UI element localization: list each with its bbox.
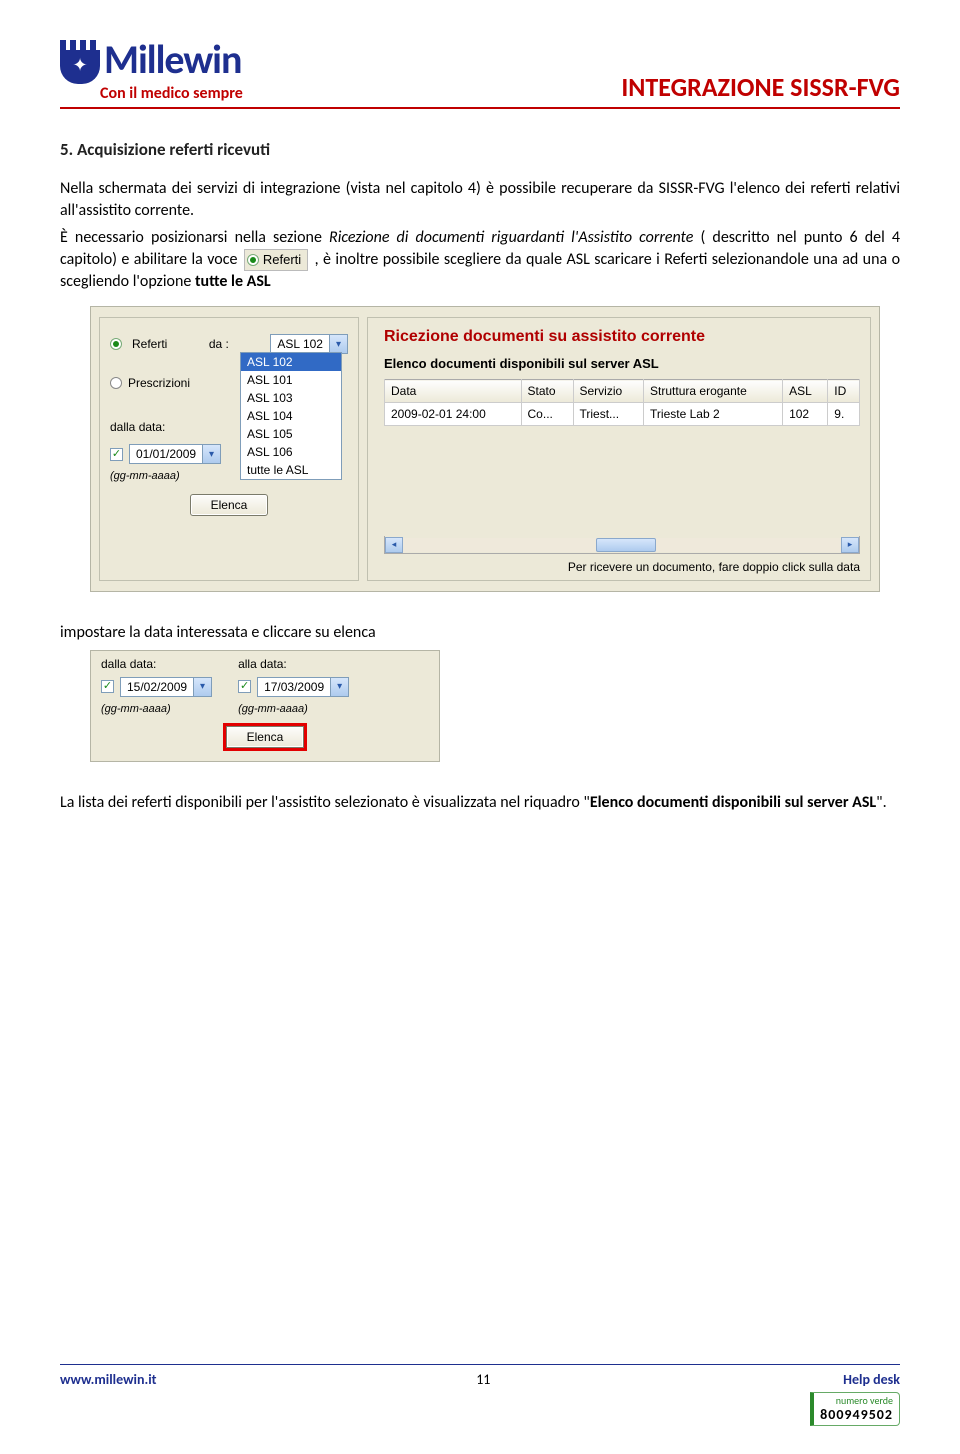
- date-to-combo[interactable]: 17/03/2009: [257, 677, 349, 697]
- page-header: Millewin Con il medico sempre INTEGRAZIO…: [60, 40, 900, 109]
- asl-listbox-wrap: ASL 102 ASL 101 ASL 103 ASL 104 ASL 105 …: [240, 352, 342, 480]
- date-to-hint: (gg-mm-aaaa): [238, 703, 349, 715]
- filters-group: Referti da : ASL 102 ASL 102 ASL 101 ASL…: [99, 317, 359, 581]
- date-from-hint: (gg-mm-aaaa): [101, 703, 212, 715]
- scroll-right-icon[interactable]: ▸: [841, 537, 859, 553]
- shield-icon: [60, 40, 100, 84]
- asl-combo-value: ASL 102: [271, 337, 329, 351]
- col-alla: alla data: 17/03/2009 (gg-mm-aaaa): [238, 657, 349, 715]
- col-stato[interactable]: Stato: [521, 380, 573, 403]
- cell: Co...: [521, 403, 573, 426]
- table-row[interactable]: 2009-02-01 24:00 Co... Triest... Trieste…: [385, 403, 860, 426]
- col-struttura[interactable]: Struttura erogante: [644, 380, 783, 403]
- col-dalla: dalla data: 15/02/2009 (gg-mm-aaaa): [101, 657, 212, 715]
- paragraph-2: È necessario posizionarsi nella sezione …: [60, 227, 900, 292]
- date-to-value: 17/03/2009: [258, 680, 330, 694]
- section-title: 5. Acquisizione referti ricevuti: [60, 139, 900, 160]
- date-panel: dalla data: 15/02/2009 (gg-mm-aaaa) alla…: [90, 650, 440, 762]
- header-title: INTEGRAZIONE SISSR-FVG: [621, 71, 900, 103]
- document-page: Millewin Con il medico sempre INTEGRAZIO…: [0, 0, 960, 1454]
- col-asl[interactable]: ASL: [783, 380, 828, 403]
- logo-text: Millewin: [104, 40, 241, 80]
- cell: Triest...: [573, 403, 644, 426]
- cell: 2009-02-01 24:00: [385, 403, 522, 426]
- scroll-thumb[interactable]: [596, 538, 656, 552]
- list-item[interactable]: ASL 101: [241, 371, 341, 389]
- list-item[interactable]: ASL 105: [241, 425, 341, 443]
- panel-title: Ricezione documenti su assistito corrent…: [384, 328, 860, 346]
- footer-url: www.millewin.it: [60, 1371, 156, 1388]
- inline-radio-referti: Referti: [244, 249, 308, 271]
- date1-hint: (gg-mm-aaaa): [110, 470, 221, 482]
- paragraph-1: Nella schermata dei servizi di integrazi…: [60, 178, 900, 221]
- scroll-left-icon[interactable]: ◂: [385, 537, 403, 553]
- numero-verde-badge: numero verde 800949502: [810, 1392, 900, 1426]
- footer-rule: [60, 1364, 900, 1365]
- table-header-row: Data Stato Servizio Struttura erogante A…: [385, 380, 860, 403]
- tagline: Con il medico sempre: [100, 84, 243, 103]
- checkbox-icon[interactable]: [101, 680, 114, 693]
- elenca-highlight: Elenca: [223, 723, 308, 751]
- col-id[interactable]: ID: [828, 380, 860, 403]
- mid-text: impostare la data interessata e cliccare…: [60, 622, 900, 644]
- numero-verde-value: 800949502: [820, 1407, 893, 1423]
- radio-prescrizioni-label: Prescrizioni: [128, 376, 190, 390]
- date-from-combo[interactable]: 15/02/2009: [120, 677, 212, 697]
- p3-bold: Elenco documenti disponibili sul server …: [590, 793, 876, 812]
- col-servizio[interactable]: Servizio: [573, 380, 644, 403]
- list-item[interactable]: ASL 102: [241, 353, 341, 371]
- cell: 9.: [828, 403, 860, 426]
- p2-a: È necessario posizionarsi nella sezione: [60, 228, 329, 247]
- list-item[interactable]: ASL 104: [241, 407, 341, 425]
- p3-b: ".: [876, 793, 886, 812]
- radio-selected-icon[interactable]: [110, 338, 122, 350]
- p2-bold: tutte le ASL: [195, 272, 271, 291]
- list-item[interactable]: ASL 106: [241, 443, 341, 461]
- scroll-track[interactable]: [403, 538, 841, 552]
- list-item[interactable]: ASL 103: [241, 389, 341, 407]
- ricezione-panel: Referti da : ASL 102 ASL 102 ASL 101 ASL…: [90, 306, 880, 592]
- documents-table: Data Stato Servizio Struttura erogante A…: [384, 379, 860, 426]
- radio-referti-label: Referti: [132, 337, 167, 351]
- horizontal-scrollbar[interactable]: ◂ ▸: [384, 536, 860, 554]
- chevron-down-icon[interactable]: [330, 678, 348, 696]
- chevron-down-icon[interactable]: [193, 678, 211, 696]
- col-data[interactable]: Data: [385, 380, 522, 403]
- table-hint: Per ricevere un documento, fare doppio c…: [384, 560, 860, 574]
- checkbox-icon[interactable]: [110, 448, 123, 461]
- alla-label: alla data:: [238, 657, 349, 671]
- p3-a: La lista dei referti disponibili per l'a…: [60, 793, 590, 812]
- asl-combo[interactable]: ASL 102: [270, 334, 348, 354]
- header-rule: [60, 107, 900, 109]
- cell: 102: [783, 403, 828, 426]
- referti-row: Referti da : ASL 102: [110, 334, 348, 354]
- date1-combo[interactable]: 01/01/2009: [129, 444, 221, 464]
- chevron-down-icon[interactable]: [202, 445, 220, 463]
- asl-listbox[interactable]: ASL 102 ASL 101 ASL 103 ASL 104 ASL 105 …: [240, 352, 342, 480]
- p2-italic: Ricezione di documenti riguardanti l'Ass…: [329, 228, 693, 247]
- elenca-button[interactable]: Elenca: [226, 726, 305, 748]
- helpdesk-label: Help desk: [810, 1371, 900, 1388]
- date-cols: dalla data: 15/02/2009 (gg-mm-aaaa) alla…: [101, 657, 429, 715]
- dalla-label: dalla data:: [101, 657, 212, 671]
- right-subtitle: Elenco documenti disponibili sul server …: [384, 356, 860, 371]
- radio-unselected-icon[interactable]: [110, 377, 122, 389]
- checkbox-icon[interactable]: [238, 680, 251, 693]
- list-item[interactable]: tutte le ASL: [241, 461, 341, 479]
- inline-radio-label: Referti: [263, 251, 301, 269]
- page-footer: www.millewin.it 11 Help desk numero verd…: [60, 1356, 900, 1426]
- page-number: 11: [476, 1371, 490, 1388]
- documents-group: Ricezione documenti su assistito corrent…: [367, 317, 871, 581]
- da-label: da :: [209, 337, 229, 351]
- date1-col: 01/01/2009 (gg-mm-aaaa): [110, 438, 221, 482]
- cell: Trieste Lab 2: [644, 403, 783, 426]
- elenca-button[interactable]: Elenca: [190, 494, 269, 516]
- chevron-down-icon[interactable]: [329, 335, 347, 353]
- date-from-value: 15/02/2009: [121, 680, 193, 694]
- date1-value: 01/01/2009: [130, 447, 202, 461]
- paragraph-3: La lista dei referti disponibili per l'a…: [60, 792, 900, 814]
- radio-selected-icon: [247, 254, 259, 266]
